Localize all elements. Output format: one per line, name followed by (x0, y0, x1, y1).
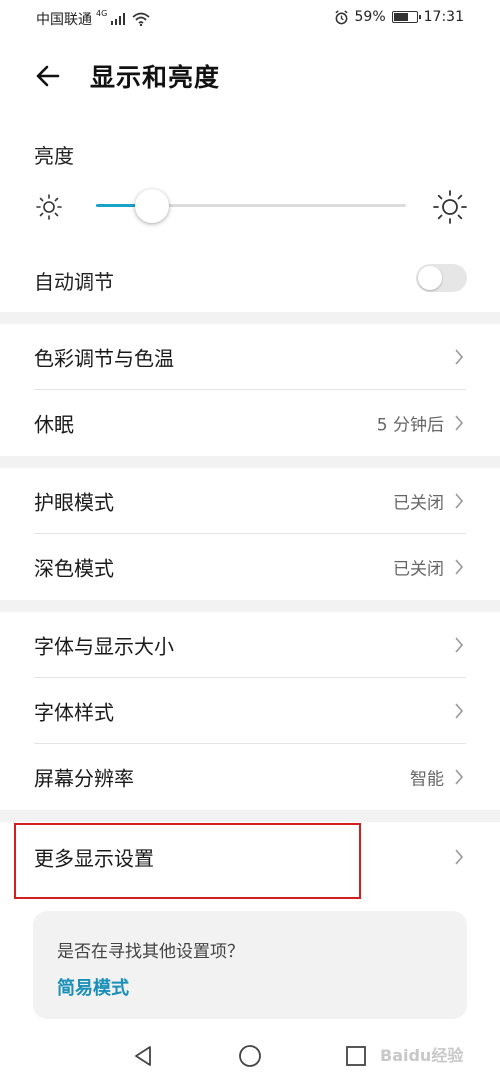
row-font-display-size[interactable]: 字体与显示大小 (0, 612, 500, 678)
sun-high-icon (433, 190, 467, 224)
row-label: 字体与显示大小 (34, 634, 174, 659)
status-right: 59% 17:31 (334, 9, 464, 25)
battery-percent: 59% (354, 9, 386, 25)
row-label: 护眼模式 (34, 490, 114, 515)
sun-low-icon (36, 194, 62, 220)
brightness-label: 亮度 (34, 144, 74, 168)
row-label: 深色模式 (34, 556, 114, 581)
chevron-right-icon (455, 493, 464, 509)
row-resolution[interactable]: 屏幕分辨率 智能 (0, 744, 500, 810)
suggestion-card: 是否在寻找其他设置项？ 简易模式 (33, 911, 467, 1019)
section-gap (0, 810, 500, 822)
arrow-left-icon[interactable] (28, 56, 68, 96)
toggle-knob (418, 266, 442, 290)
row-value: 已关闭 (393, 559, 444, 580)
battery-icon (391, 11, 421, 23)
section-gap (0, 456, 500, 468)
wifi-icon (132, 12, 150, 26)
row-label: 屏幕分辨率 (34, 766, 134, 791)
brightness-slider-thumb[interactable] (134, 189, 169, 223)
page-title: 显示和亮度 (90, 63, 221, 92)
suggestion-question: 是否在寻找其他设置项？ (57, 942, 244, 962)
red-highlight-box (14, 823, 361, 899)
auto-adjust-row[interactable]: 自动调节 (0, 250, 500, 306)
network-type: 4G (96, 8, 108, 18)
row-sleep[interactable]: 休眠 5 分钟后 (0, 390, 500, 456)
auto-adjust-label: 自动调节 (34, 270, 114, 294)
row-eye-comfort[interactable]: 护眼模式 已关闭 (0, 468, 500, 534)
battery-fill (393, 13, 408, 21)
chevron-right-icon (455, 559, 464, 575)
chevron-right-icon (455, 849, 464, 865)
square-recent-icon[interactable] (345, 1045, 367, 1067)
watermark: Baidu经验 (380, 1046, 464, 1065)
auto-adjust-toggle[interactable] (416, 264, 467, 292)
row-dark-mode[interactable]: 深色模式 已关闭 (0, 534, 500, 600)
row-value: 已关闭 (393, 493, 444, 514)
chevron-right-icon (455, 769, 464, 785)
row-color-temperature[interactable]: 色彩调节与色温 (0, 324, 500, 390)
row-value: 5 分钟后 (376, 415, 444, 436)
row-label: 色彩调节与色温 (34, 346, 174, 371)
status-left: 中国联通 4G (36, 9, 150, 29)
header: 显示和亮度 (0, 50, 500, 100)
chevron-right-icon (455, 637, 464, 653)
navigation-bar: Baidu经验 (0, 1030, 500, 1083)
simple-mode-link[interactable]: 简易模式 (57, 974, 129, 1000)
row-value: 智能 (410, 769, 444, 790)
status-bar: 中国联通 4G 59% 17:31 (0, 0, 500, 36)
chevron-right-icon (455, 349, 464, 365)
chevron-right-icon (455, 703, 464, 719)
signal-icon (111, 13, 126, 25)
circle-home-icon[interactable] (238, 1044, 262, 1068)
clock-time: 17:31 (423, 9, 464, 25)
row-font-style[interactable]: 字体样式 (0, 678, 500, 744)
carrier-name: 中国联通 (36, 12, 92, 28)
alarm-clock-icon (334, 9, 348, 24)
section-gap (0, 600, 500, 612)
chevron-right-icon (455, 415, 464, 431)
triangle-back-icon[interactable] (131, 1044, 155, 1068)
row-label: 休眠 (34, 412, 74, 437)
row-label: 字体样式 (34, 700, 114, 725)
section-gap (0, 312, 500, 324)
